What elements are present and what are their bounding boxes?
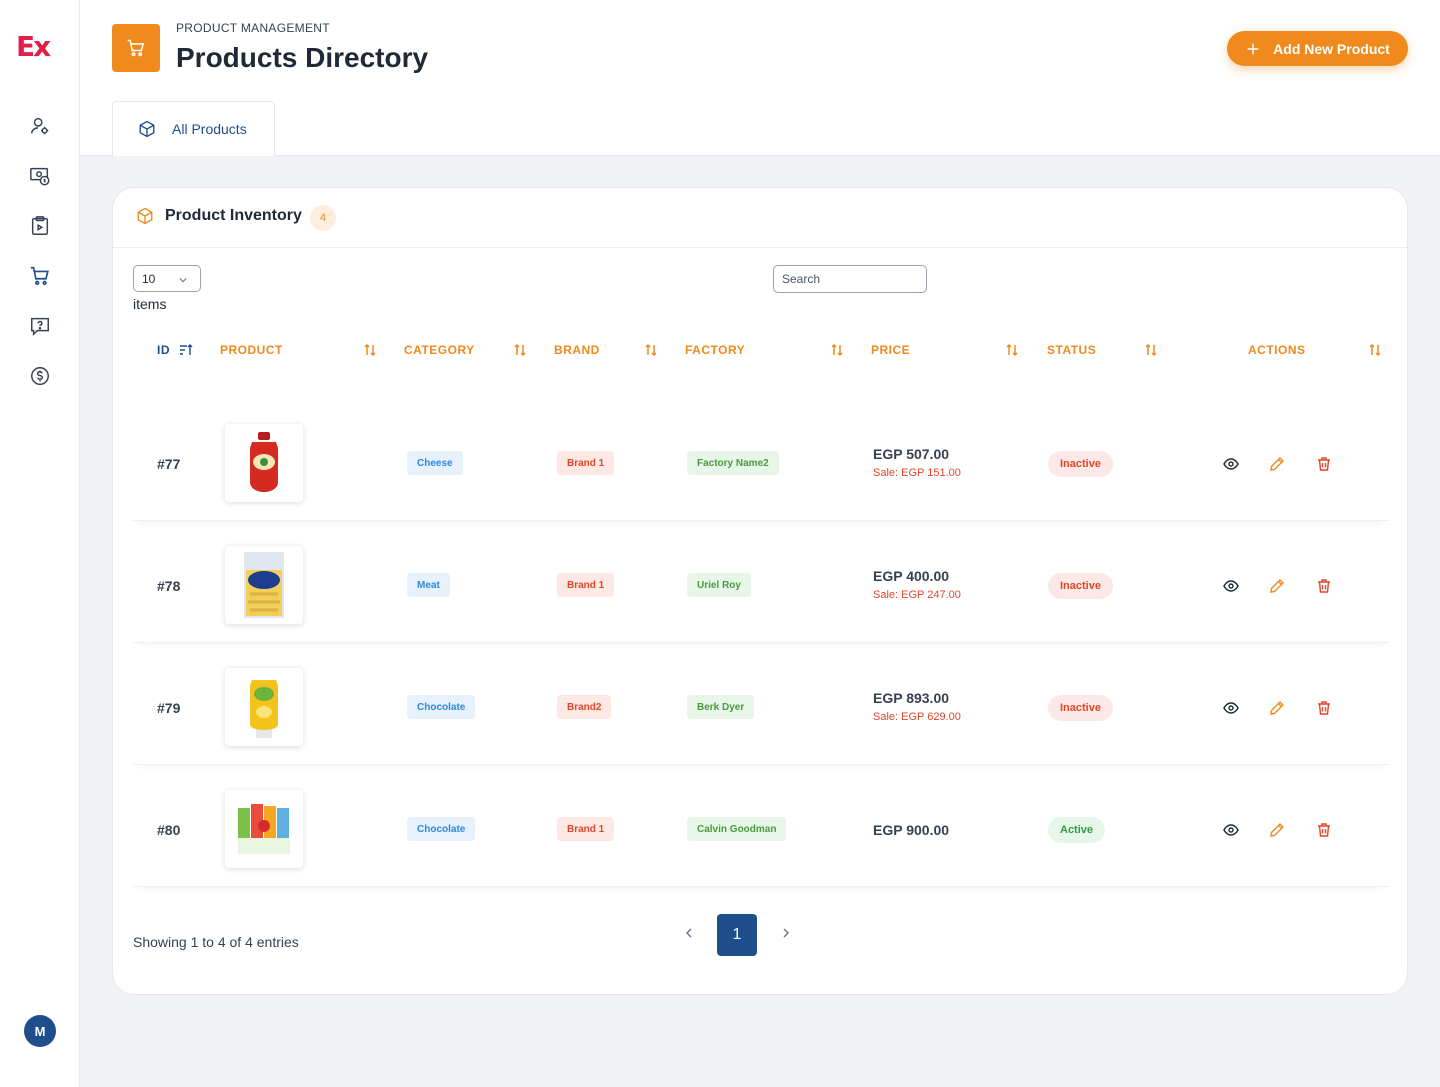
table-row: #78 Meat Brand 1 Uriel Roy EGP 400.00 Sa… — [133, 529, 1389, 643]
per-page-select[interactable]: 10 — [133, 265, 201, 292]
trash-icon[interactable] — [1316, 456, 1332, 472]
price: EGP 400.00 — [873, 568, 950, 584]
dollar-icon[interactable] — [28, 364, 52, 388]
table-row: #79 Chocolate Brand2 Berk Dyer EGP 893.0… — [133, 651, 1389, 765]
edit-icon[interactable] — [1269, 822, 1285, 838]
header-status[interactable]: STATUS — [1047, 343, 1096, 357]
box-icon — [139, 120, 155, 138]
cart-icon — [112, 24, 160, 72]
add-product-button[interactable]: Add New Product — [1227, 31, 1408, 66]
product-image[interactable] — [225, 668, 303, 746]
factory-badge: Uriel Roy — [687, 573, 751, 597]
sidebar: Ex M — [0, 0, 80, 1087]
brand-badge: Brand 1 — [557, 451, 615, 475]
card-header: Product Inventory 4 — [113, 188, 1407, 248]
chevron-right-icon[interactable] — [780, 926, 796, 942]
product-id: #78 — [157, 578, 181, 594]
header-brand[interactable]: BRAND — [554, 343, 600, 357]
category-badge: Meat — [407, 573, 450, 597]
eye-icon[interactable] — [1223, 822, 1239, 838]
factory-badge: Factory Name2 — [687, 451, 779, 475]
plus-icon — [1247, 43, 1259, 54]
sale-price: Sale: EGP 151.00 — [873, 467, 961, 479]
price: EGP 507.00 — [873, 446, 950, 462]
breadcrumb: PRODUCT MANAGEMENT — [176, 21, 330, 35]
category-badge: Cheese — [407, 451, 463, 475]
money-icon[interactable] — [28, 164, 52, 188]
avatar[interactable]: M — [24, 1015, 56, 1047]
price: EGP 900.00 — [873, 822, 950, 838]
count-badge: 4 — [310, 205, 336, 231]
product-id: #77 — [157, 456, 181, 472]
trash-icon[interactable] — [1316, 822, 1332, 838]
tab-all-products[interactable]: All Products — [112, 101, 275, 156]
sort-icon[interactable] — [363, 343, 377, 357]
tab-label: All Products — [172, 121, 247, 137]
product-id: #80 — [157, 822, 181, 838]
user-settings-icon[interactable] — [28, 114, 52, 138]
entries-summary: Showing 1 to 4 of 4 entries — [133, 934, 299, 950]
edit-icon[interactable] — [1269, 700, 1285, 716]
search-input[interactable] — [773, 265, 927, 293]
sort-icon[interactable] — [644, 343, 658, 357]
sort-icon[interactable] — [1144, 343, 1158, 357]
box-icon — [137, 207, 153, 225]
edit-icon[interactable] — [1269, 456, 1285, 472]
page-button-current[interactable]: 1 — [717, 914, 757, 956]
sort-asc-icon[interactable] — [179, 343, 193, 357]
clipboard-icon[interactable] — [28, 214, 52, 238]
status-badge: Inactive — [1048, 451, 1113, 477]
header-actions[interactable]: ACTIONS — [1248, 343, 1306, 357]
table-row: #80 Chocolate Brand 1 Calvin Goodman EGP… — [133, 773, 1389, 887]
page-title: Products Directory — [176, 42, 429, 73]
help-icon[interactable] — [28, 314, 52, 338]
brand-badge: Brand2 — [557, 695, 612, 719]
card-title: Product Inventory — [165, 207, 302, 224]
product-image[interactable] — [225, 424, 303, 502]
status-badge: Inactive — [1048, 695, 1113, 721]
sort-icon[interactable] — [1005, 343, 1019, 357]
edit-icon[interactable] — [1269, 578, 1285, 594]
header-category[interactable]: CATEGORY — [404, 343, 475, 357]
brand-badge: Brand 1 — [557, 573, 615, 597]
items-label: items — [133, 296, 167, 312]
header-price[interactable]: PRICE — [871, 343, 910, 357]
status-badge: Active — [1048, 817, 1106, 843]
page-header: PRODUCT MANAGEMENT Products Directory Ad… — [80, 0, 1440, 156]
eye-icon[interactable] — [1223, 456, 1239, 472]
sale-price: Sale: EGP 629.00 — [873, 711, 961, 723]
cart-icon[interactable] — [28, 264, 52, 288]
app-logo[interactable]: Ex — [16, 30, 51, 63]
status-badge: Inactive — [1048, 573, 1113, 599]
trash-icon[interactable] — [1316, 700, 1332, 716]
sort-icon[interactable] — [1368, 343, 1382, 357]
sale-price: Sale: EGP 247.00 — [873, 589, 961, 601]
brand-badge: Brand 1 — [557, 817, 615, 841]
product-image[interactable] — [225, 546, 303, 624]
table-row: #77 Cheese Brand 1 Factory Name2 EGP 507… — [133, 407, 1389, 521]
category-badge: Chocolate — [407, 817, 476, 841]
factory-badge: Calvin Goodman — [687, 817, 787, 841]
add-product-label: Add New Product — [1273, 40, 1390, 57]
sort-icon[interactable] — [830, 343, 844, 357]
header-id[interactable]: ID — [157, 343, 170, 357]
category-badge: Chocolate — [407, 695, 476, 719]
product-id: #79 — [157, 700, 181, 716]
sort-icon[interactable] — [513, 343, 527, 357]
chevron-left-icon[interactable] — [683, 926, 699, 942]
factory-badge: Berk Dyer — [687, 695, 755, 719]
price: EGP 893.00 — [873, 690, 950, 706]
header-product[interactable]: PRODUCT — [220, 343, 283, 357]
eye-icon[interactable] — [1223, 578, 1239, 594]
eye-icon[interactable] — [1223, 700, 1239, 716]
inventory-card: Product Inventory 4 10 items ID PRODUCT … — [112, 187, 1408, 995]
trash-icon[interactable] — [1316, 578, 1332, 594]
chevron-down-icon — [179, 277, 187, 283]
product-image[interactable] — [225, 790, 303, 868]
per-page-value: 10 — [142, 271, 156, 286]
header-factory[interactable]: FACTORY — [685, 343, 745, 357]
